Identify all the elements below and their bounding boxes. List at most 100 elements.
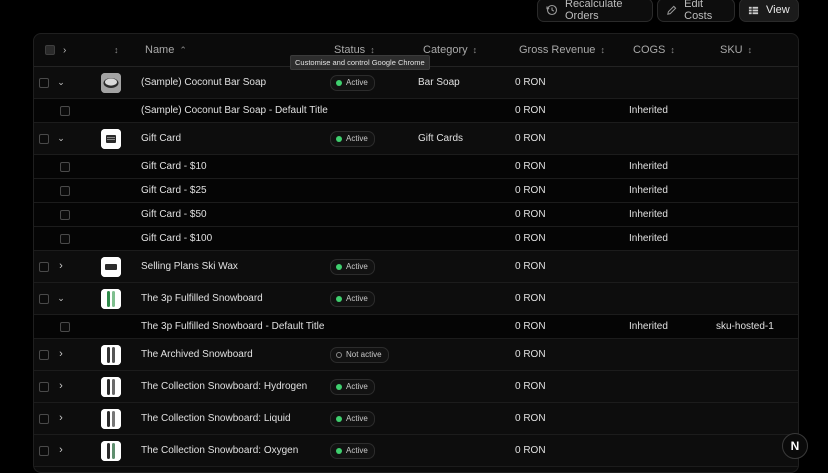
table-row[interactable]: ⌄ The 3p Fulfilled Snowboard Active 0 RO… <box>34 283 798 315</box>
column-header-category[interactable]: Category ↕ <box>423 34 477 66</box>
sort-icon: ↕ <box>370 44 375 55</box>
table-row[interactable]: › Selling Plans Ski Wax Active 0 RON <box>34 251 798 283</box>
row-checkbox[interactable] <box>39 446 49 456</box>
image-column-sort-icon[interactable]: ↕ <box>109 34 119 66</box>
product-name[interactable]: The Collection Snowboard: Oxygen <box>141 435 298 466</box>
chevron-down-icon[interactable]: ⌄ <box>56 77 66 88</box>
status-badge: Active <box>330 283 375 314</box>
variant-name[interactable]: Gift Card - $25 <box>141 179 207 202</box>
select-all-checkbox[interactable] <box>45 45 55 55</box>
table-row-variant[interactable]: Gift Card - $50 0 RON Inherited <box>34 203 798 227</box>
sort-icon: ↕ <box>670 44 675 55</box>
row-checkbox[interactable] <box>60 234 70 244</box>
table-row[interactable]: ⌄ Gift Card Active Gift Cards 0 RON <box>34 123 798 155</box>
gross-revenue-cell: 0 RON <box>515 445 546 456</box>
variant-name[interactable]: Gift Card - $100 <box>141 227 212 250</box>
row-checkbox[interactable] <box>39 350 49 360</box>
row-checkbox[interactable] <box>60 210 70 220</box>
recalculate-orders-button[interactable]: Recalculate Orders <box>537 0 653 22</box>
table-row[interactable]: › The Collection Snowboard: Hydrogen Act… <box>34 371 798 403</box>
row-checkbox[interactable] <box>39 382 49 392</box>
variant-name[interactable]: Gift Card - $10 <box>141 155 207 178</box>
table-row-variant[interactable]: Gift Card - $10 0 RON Inherited <box>34 155 798 179</box>
chevron-right-icon[interactable]: › <box>56 348 66 360</box>
chevron-down-icon[interactable]: ⌄ <box>56 293 66 304</box>
chevron-right-icon[interactable]: › <box>56 412 66 424</box>
product-name[interactable]: The Collection Snowboard: Liquid <box>141 403 291 434</box>
edit-costs-label: Edit Costs <box>684 0 713 22</box>
row-checkbox[interactable] <box>39 134 49 144</box>
product-name[interactable]: (Sample) Coconut Bar Soap <box>141 67 266 98</box>
chevron-right-icon[interactable]: › <box>56 260 66 272</box>
sort-icon: ↕ <box>747 44 753 55</box>
table-row-variant[interactable]: Gift Card - $100 0 RON Inherited <box>34 227 798 251</box>
product-thumbnail <box>101 73 121 93</box>
column-gross-revenue-label: Gross Revenue <box>519 44 596 56</box>
sort-icon: ↕ <box>472 44 478 55</box>
product-name[interactable]: Gift Card <box>141 123 181 154</box>
status-active-dot-icon <box>336 415 342 422</box>
expand-all-chevron-icon[interactable]: › <box>63 34 66 66</box>
row-checkbox[interactable] <box>39 414 49 424</box>
cogs-cell: Inherited <box>629 185 668 196</box>
products-table: › ↕ Name ⌃ Status ↕ Category ↕ Gross Rev… <box>33 33 799 473</box>
pencil-icon <box>666 3 677 17</box>
column-header-name[interactable]: Name ⌃ <box>145 34 187 66</box>
cogs-cell: Inherited <box>629 161 668 172</box>
row-checkbox[interactable] <box>60 186 70 196</box>
product-thumbnail <box>101 409 121 429</box>
gross-revenue-cell: 0 RON <box>515 413 546 424</box>
table-row[interactable]: › The Collection Snowboard: Oxygen Activ… <box>34 435 798 467</box>
gross-revenue-cell: 0 RON <box>515 161 546 172</box>
row-checkbox[interactable] <box>60 162 70 172</box>
history-icon <box>546 3 558 17</box>
sku-cell: sku-hosted-1 <box>716 321 774 332</box>
table-row-variant[interactable]: Gift Card - $25 0 RON Inherited <box>34 179 798 203</box>
gross-revenue-cell: 0 RON <box>515 133 546 144</box>
edit-costs-button[interactable]: Edit Costs <box>657 0 735 22</box>
row-checkbox[interactable] <box>60 322 70 332</box>
column-header-sku[interactable]: SKU ↕ <box>720 34 752 66</box>
category-cell: Gift Cards <box>418 133 464 144</box>
status-badge: Active <box>330 123 375 154</box>
status-badge: Active <box>330 403 375 434</box>
gross-revenue-cell: 0 RON <box>515 105 546 116</box>
chevron-down-icon[interactable]: ⌄ <box>56 133 66 144</box>
view-button[interactable]: View <box>739 0 799 22</box>
gross-revenue-cell: 0 RON <box>515 293 546 304</box>
product-name[interactable]: Selling Plans Ski Wax <box>141 251 238 282</box>
status-badge: Active <box>330 435 375 466</box>
floating-action-button[interactable]: N <box>782 433 808 459</box>
column-sku-label: SKU <box>720 44 743 56</box>
status-active-dot-icon <box>336 447 342 454</box>
view-label: View <box>766 4 790 16</box>
table-row-variant[interactable]: (Sample) Coconut Bar Soap - Default Titl… <box>34 99 798 123</box>
row-checkbox[interactable] <box>39 262 49 272</box>
product-thumbnail <box>101 441 121 461</box>
cogs-cell: Inherited <box>629 233 668 244</box>
product-name[interactable]: The Collection Snowboard: Hydrogen <box>141 371 307 402</box>
status-badge: Not active <box>330 339 389 370</box>
variant-name[interactable]: Gift Card - $50 <box>141 203 207 226</box>
row-checkbox[interactable] <box>60 106 70 116</box>
table-row[interactable]: ⌄ (Sample) Coconut Bar Soap Active Bar S… <box>34 67 798 99</box>
row-checkbox[interactable] <box>39 78 49 88</box>
toolbar: Recalculate Orders Edit Costs View <box>0 0 828 24</box>
sort-icon: ↕ <box>600 44 605 55</box>
gross-revenue-cell: 0 RON <box>515 261 546 272</box>
column-header-gross-revenue[interactable]: Gross Revenue ↕ <box>519 34 605 66</box>
chevron-right-icon[interactable]: › <box>56 380 66 392</box>
table-row[interactable]: › The Collection Snowboard: Liquid Activ… <box>34 403 798 435</box>
variant-name[interactable]: The 3p Fulfilled Snowboard - Default Tit… <box>141 315 324 338</box>
chevron-right-icon[interactable]: › <box>56 444 66 456</box>
table-row[interactable]: › The Archived Snowboard Not active 0 RO… <box>34 339 798 371</box>
status-active-dot-icon <box>336 383 342 390</box>
product-name[interactable]: The Archived Snowboard <box>141 339 253 370</box>
product-thumbnail <box>101 289 121 309</box>
variant-name[interactable]: (Sample) Coconut Bar Soap - Default Titl… <box>141 99 328 122</box>
table-row-variant[interactable]: The 3p Fulfilled Snowboard - Default Tit… <box>34 315 798 339</box>
gross-revenue-cell: 0 RON <box>515 185 546 196</box>
row-checkbox[interactable] <box>39 294 49 304</box>
column-header-cogs[interactable]: COGS ↕ <box>633 34 675 66</box>
product-name[interactable]: The 3p Fulfilled Snowboard <box>141 283 263 314</box>
